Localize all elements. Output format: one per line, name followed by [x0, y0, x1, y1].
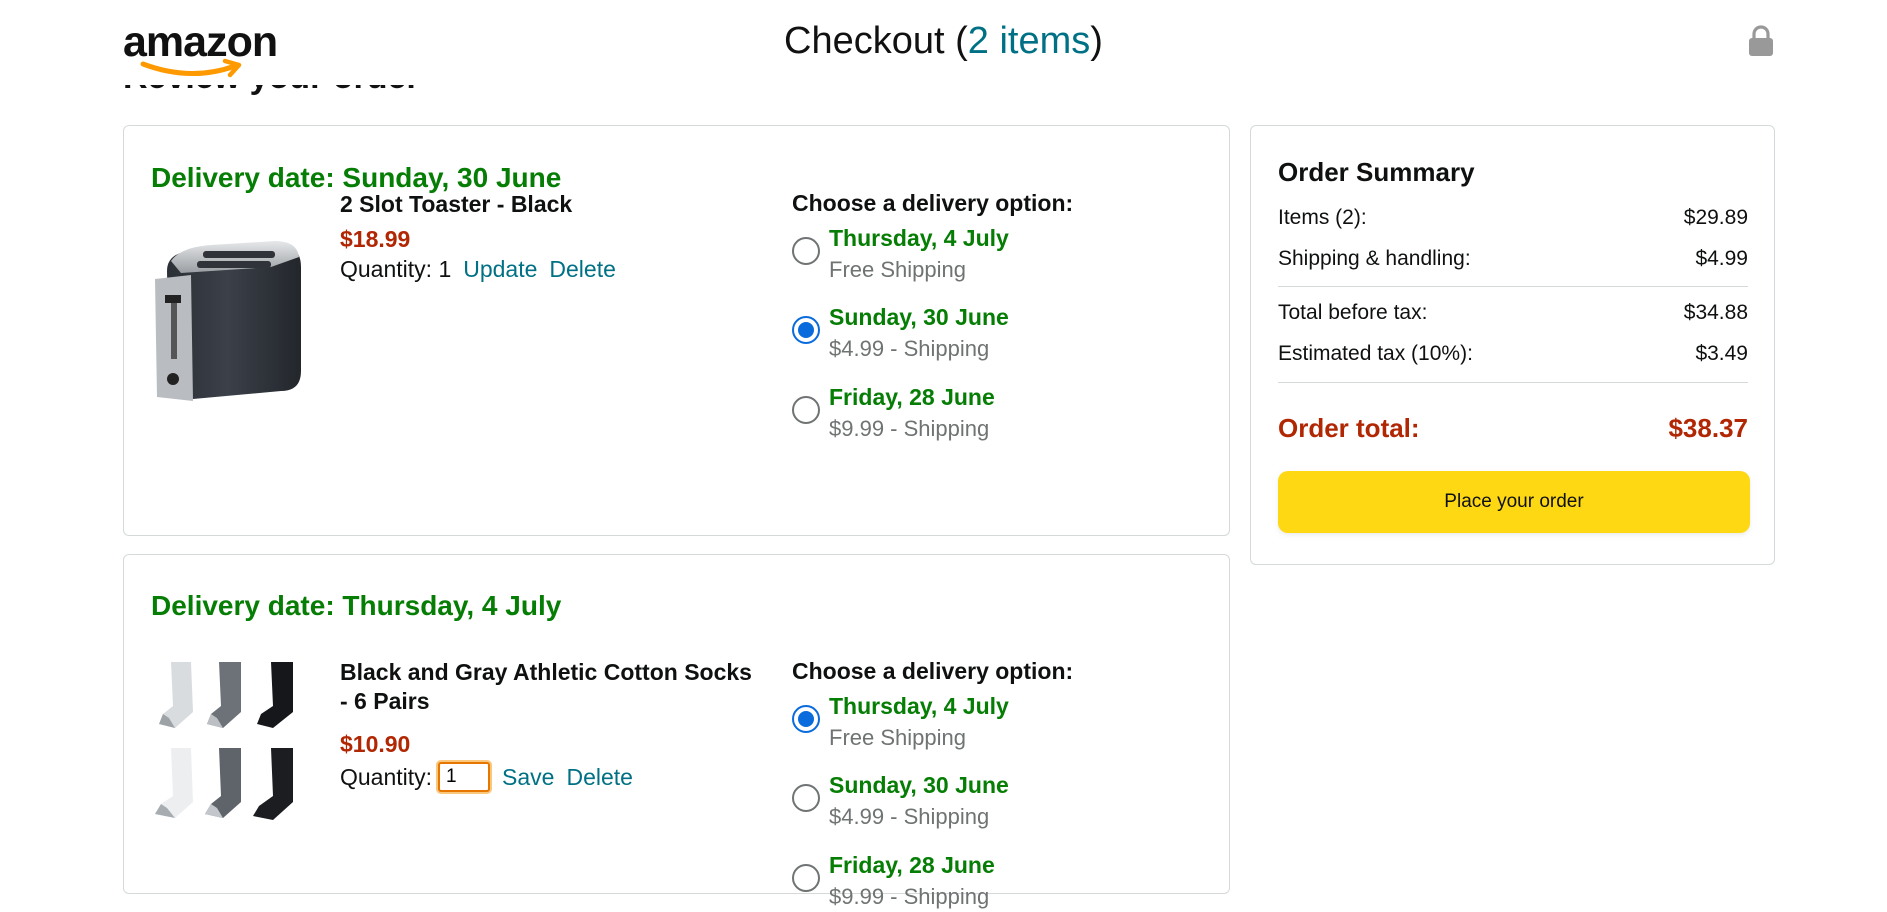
delete-item-link[interactable]: Delete: [549, 256, 615, 283]
delivery-option-date: Thursday, 4 July: [829, 693, 1009, 719]
delivery-option-date: Sunday, 30 June: [829, 304, 1009, 330]
summary-shipping-row: Shipping & handling: $4.99: [1278, 247, 1748, 271]
summary-before-tax-label: Total before tax:: [1278, 301, 1428, 324]
delivery-option-radio-selected[interactable]: [792, 705, 820, 733]
delivery-options-title: Choose a delivery option:: [792, 658, 1074, 684]
toaster-image[interactable]: [151, 231, 303, 406]
summary-divider: [1278, 286, 1748, 287]
delivery-option-radio[interactable]: [792, 864, 820, 892]
quantity-value: 1: [438, 256, 452, 282]
summary-shipping-label: Shipping & handling:: [1278, 247, 1471, 270]
place-order-button[interactable]: Place your order: [1278, 471, 1750, 533]
shipment-card: Delivery date: Sunday, 30 June 2 Slot To…: [123, 125, 1230, 536]
delivery-option-date: Thursday, 4 July: [829, 225, 1009, 251]
delivery-option-shipping: Free Shipping: [829, 257, 966, 282]
save-quantity-link[interactable]: Save: [502, 764, 554, 791]
shipment-card: Delivery date: Thursday, 4 July Black an…: [123, 554, 1230, 909]
product-name[interactable]: Black and Gray Athletic Cotton Socks - 6…: [340, 658, 760, 716]
page-title: Checkout (2 items): [0, 20, 1887, 63]
delivery-option-radio[interactable]: [792, 396, 820, 424]
delivery-option-shipping: Free Shipping: [829, 725, 966, 750]
checkout-header: amazon Checkout (2 items): [0, 0, 1887, 85]
delivery-option-radio[interactable]: [792, 784, 820, 812]
delivery-date-heading: Delivery date: Thursday, 4 July: [151, 590, 562, 621]
quantity-row: Quantity: Save Delete: [340, 762, 633, 792]
summary-before-tax-row: Total before tax: $34.88: [1278, 301, 1748, 325]
product-price: $18.99: [340, 226, 411, 252]
delivery-option-shipping: $4.99 - Shipping: [829, 336, 990, 361]
quantity-label: Quantity:: [340, 763, 433, 790]
summary-before-tax-value: $34.88: [1683, 301, 1748, 324]
summary-shipping-value: $4.99: [1695, 247, 1748, 270]
delivery-option-date: Sunday, 30 June: [829, 772, 1009, 798]
summary-tax-row: Estimated tax (10%): $3.49: [1278, 342, 1748, 366]
page-title-prefix: Checkout (: [784, 20, 968, 62]
summary-items-row: Items (2): $29.89: [1278, 206, 1748, 230]
summary-tax-label: Estimated tax (10%):: [1278, 342, 1473, 365]
items-count-link[interactable]: 2 items: [968, 20, 1090, 62]
update-quantity-link[interactable]: Update: [463, 256, 537, 283]
delivery-option-shipping: $9.99 - Shipping: [829, 416, 990, 441]
delivery-option-radio[interactable]: [792, 237, 820, 265]
page-title-suffix: ): [1090, 20, 1103, 62]
order-summary-panel: Order Summary Items (2): $29.89 Shipping…: [1250, 125, 1775, 565]
product-name[interactable]: 2 Slot Toaster - Black: [340, 190, 760, 219]
lock-icon: [1749, 25, 1773, 56]
order-total-label: Order total:: [1278, 413, 1420, 443]
delete-item-link[interactable]: Delete: [566, 764, 632, 791]
summary-tax-value: $3.49: [1695, 342, 1748, 365]
product-price: $10.90: [340, 731, 411, 757]
delivery-option-date: Friday, 28 June: [829, 384, 995, 410]
delivery-option-radio-selected[interactable]: [792, 316, 820, 344]
quantity-row: Quantity: 1 Update Delete: [340, 256, 616, 283]
summary-items-label: Items (2):: [1278, 206, 1367, 229]
socks-image[interactable]: [151, 658, 303, 833]
delivery-option-shipping: $4.99 - Shipping: [829, 804, 990, 829]
delivery-option-shipping: $9.99 - Shipping: [829, 884, 990, 909]
summary-items-value: $29.89: [1683, 206, 1748, 229]
delivery-options-title: Choose a delivery option:: [792, 190, 1074, 216]
summary-divider: [1278, 382, 1748, 383]
order-total-row: Order total: $38.37: [1278, 413, 1748, 444]
order-total-value: $38.37: [1668, 413, 1748, 443]
delivery-option-date: Friday, 28 June: [829, 852, 995, 878]
quantity-label: Quantity:: [340, 256, 433, 282]
order-summary-title: Order Summary: [1278, 157, 1475, 187]
quantity-input[interactable]: [438, 762, 491, 792]
